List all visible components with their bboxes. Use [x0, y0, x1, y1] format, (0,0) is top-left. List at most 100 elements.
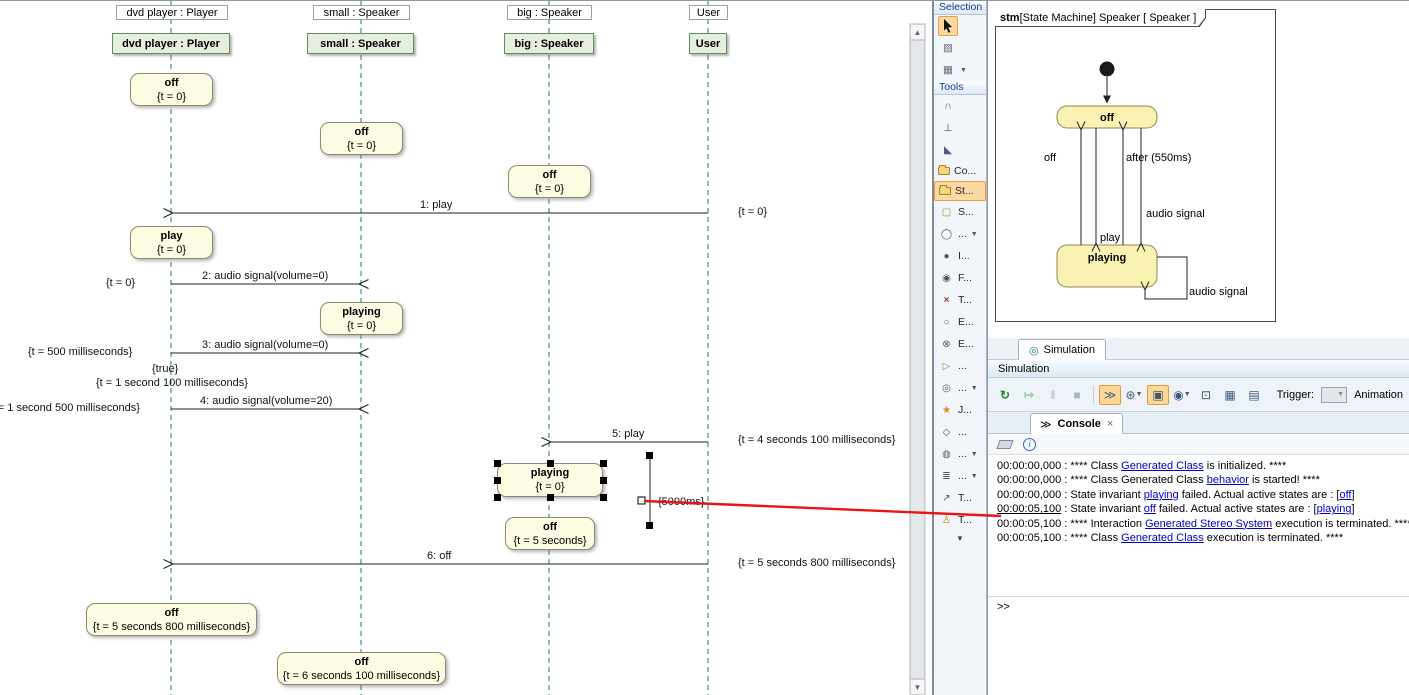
transition-label-self-audio-signal[interactable]: audio signal [1189, 286, 1248, 298]
lock-icon[interactable]: ⊡ [1195, 385, 1217, 405]
console-prompt[interactable]: >> [988, 596, 1409, 616]
ui-mode-icon[interactable]: ▣ [1147, 385, 1169, 405]
trigger-select[interactable]: ▼ [1321, 387, 1347, 403]
duration-constraint-bracket[interactable] [638, 452, 653, 529]
layout-grid-button[interactable]: ▦ [938, 60, 958, 80]
step-icon[interactable]: ↦ [1018, 385, 1040, 405]
console-link[interactable]: Generated Class [1121, 460, 1204, 472]
magnet-tool-button[interactable]: ∩ [938, 96, 958, 116]
export-icon[interactable]: ▤ [1243, 385, 1265, 405]
time-constraint[interactable]: {t = 1 second 500 milliseconds} [0, 402, 140, 414]
console-link[interactable]: behavior [1207, 474, 1249, 486]
message-label[interactable]: 5: play [612, 428, 644, 440]
clear-console-icon[interactable] [996, 440, 1013, 449]
scrollbar-thumb[interactable] [910, 40, 925, 679]
info-icon[interactable]: i [1023, 438, 1036, 451]
selection-cursor-button[interactable] [938, 16, 958, 36]
palette-item-entry-point[interactable]: ○E... [934, 311, 986, 333]
lifeline-head-user[interactable]: User [689, 33, 727, 54]
selection-handle[interactable] [494, 477, 501, 484]
console-link[interactable]: Generated Stereo System [1145, 518, 1272, 530]
selection-handle[interactable] [600, 460, 607, 467]
palette-item-actor[interactable]: ♙T... [934, 509, 986, 531]
pause-icon[interactable]: ‖ [1042, 385, 1064, 405]
transition-label-after[interactable]: after (550ms) [1126, 152, 1191, 164]
lifeline-head-dvd-player[interactable]: dvd player : Player [112, 33, 230, 54]
record-icon[interactable]: ◉▼ [1171, 385, 1193, 405]
tab-console[interactable]: ≫ Console × [1030, 413, 1123, 434]
state-invariant[interactable]: off{t = 5 seconds} [505, 517, 595, 550]
palette-item-fork-join[interactable]: ≣...▼ [934, 465, 986, 487]
start-simulation-icon[interactable]: ↻ [994, 385, 1016, 405]
lifeline-head-small-speaker[interactable]: small : Speaker [307, 33, 414, 54]
palette-section-state[interactable]: St... [934, 181, 986, 201]
tab-simulation[interactable]: ◎ Simulation [1018, 339, 1106, 360]
palette-item-final[interactable]: ◉F... [934, 267, 986, 289]
selection-handle[interactable] [494, 494, 501, 501]
anchor-tool-button[interactable]: ⊥ [938, 118, 958, 138]
palette-item-terminate[interactable]: ×T... [934, 289, 986, 311]
breakpoints-icon[interactable]: ▦ [1219, 385, 1241, 405]
sequence-diagram-canvas[interactable]: dvd player : Player small : Speaker big … [0, 1, 932, 695]
header-label-dvd-player[interactable]: dvd player : Player [116, 5, 228, 20]
transition-label-off[interactable]: off [1044, 152, 1057, 164]
containment-tool-button[interactable]: ◣ [938, 140, 958, 160]
console-link[interactable]: Generated Class [1121, 532, 1204, 544]
palette-item-state[interactable]: ▢S... [934, 201, 986, 223]
palette-item-history[interactable]: ◍...▼ [934, 443, 986, 465]
console-log[interactable]: 00:00:00,000 : **** Class Generated Clas… [988, 455, 1409, 596]
state-invariant-selected[interactable]: playing{t = 0} [497, 463, 603, 497]
canvas-vertical-scrollbar[interactable]: ▲ ▼ [909, 23, 926, 695]
close-icon[interactable]: × [1107, 418, 1113, 430]
lifeline-head-big-speaker[interactable]: big : Speaker [504, 33, 594, 54]
console-link[interactable]: playing [1144, 489, 1179, 501]
state-machine-diagram[interactable]: off playing off after (550ms) audio sign… [995, 9, 1276, 322]
palette-scroll-more-button[interactable]: ▼ [934, 531, 986, 547]
selection-handle[interactable] [494, 460, 501, 467]
palette-item-exit-point[interactable]: ⊗E... [934, 333, 986, 355]
message-label[interactable]: 3: audio signal(volume=0) [202, 339, 328, 351]
time-constraint[interactable]: {t = 1 second 100 milliseconds} [96, 377, 248, 389]
message-lines[interactable] [171, 213, 708, 564]
time-constraint[interactable]: {t = 4 seconds 100 milliseconds} [738, 434, 895, 446]
palette-item-initial[interactable]: ●I... [934, 245, 986, 267]
stop-icon[interactable]: ■ [1066, 385, 1088, 405]
scroll-down-button[interactable]: ▼ [910, 679, 925, 695]
console-link[interactable]: playing [1317, 503, 1352, 515]
transition-label-play[interactable]: play [1100, 232, 1121, 244]
palette-item-pseudostate[interactable]: ◎...▼ [934, 377, 986, 399]
state-invariant[interactable]: off{t = 0} [508, 165, 591, 198]
options-gear-icon[interactable]: ⊛▼ [1123, 385, 1145, 405]
palette-item-signal[interactable]: ▷... [934, 355, 986, 377]
transition-label-audio-signal[interactable]: audio signal [1146, 208, 1205, 220]
message-label[interactable]: 4: audio signal(volume=20) [200, 395, 332, 407]
scroll-up-button[interactable]: ▲ [910, 24, 925, 40]
state-invariant[interactable]: off{t = 0} [130, 73, 213, 106]
selection-handle[interactable] [547, 494, 554, 501]
header-label-small-speaker[interactable]: small : Speaker [313, 5, 410, 20]
console-link[interactable]: off [1339, 489, 1351, 501]
selection-handle[interactable] [600, 477, 607, 484]
selection-handle[interactable] [600, 494, 607, 501]
console-link[interactable]: off [1144, 503, 1156, 515]
state-invariant[interactable]: off{t = 5 seconds 800 milliseconds} [86, 603, 257, 636]
time-constraint[interactable]: {t = 0} [106, 277, 135, 289]
time-constraint[interactable]: {t = 0} [738, 206, 767, 218]
header-label-big-speaker[interactable]: big : Speaker [507, 5, 592, 20]
state-invariant[interactable]: off{t = 6 seconds 100 milliseconds} [277, 652, 446, 685]
palette-item-choice[interactable]: ◇... [934, 421, 986, 443]
state-invariant[interactable]: off{t = 0} [320, 122, 403, 155]
state-invariant[interactable]: playing{t = 0} [320, 302, 403, 335]
sticky-tool-button[interactable]: ▨ [938, 38, 958, 58]
true-constraint[interactable]: {true} [152, 363, 178, 375]
palette-item-junction[interactable]: ★J... [934, 399, 986, 421]
time-constraint[interactable]: {t = 5 seconds 800 milliseconds} [738, 557, 895, 569]
state-invariant[interactable]: play{t = 0} [130, 226, 213, 259]
chevron-down-icon[interactable]: ▼ [960, 67, 967, 74]
selection-handle[interactable] [547, 460, 554, 467]
message-label[interactable]: 6: off [427, 550, 451, 562]
palette-item-transition[interactable]: ↗T... [934, 487, 986, 509]
time-constraint[interactable]: {t = 500 milliseconds} [28, 346, 132, 358]
palette-section-common[interactable]: Co... [934, 161, 986, 181]
header-label-user[interactable]: User [689, 5, 728, 20]
